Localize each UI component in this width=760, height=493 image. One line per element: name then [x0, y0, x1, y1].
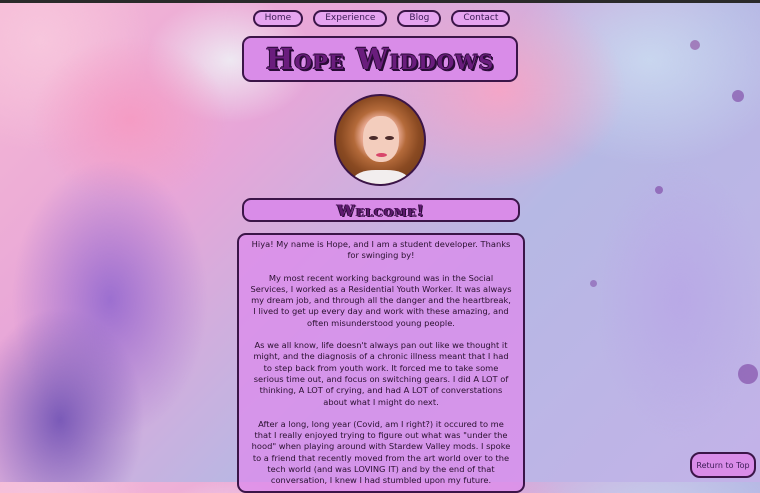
- decorative-blob: [732, 90, 744, 102]
- nav-experience[interactable]: Experience: [313, 10, 388, 27]
- avatar-lips: [376, 153, 387, 157]
- decorative-blob: [590, 280, 597, 287]
- return-to-top-button[interactable]: Return to Top: [690, 452, 756, 478]
- nav-contact[interactable]: Contact: [451, 10, 511, 27]
- decorative-blob: [738, 364, 758, 384]
- welcome-banner: Welcome!: [242, 198, 520, 222]
- about-paragraph: My most recent working background was in…: [250, 272, 512, 328]
- avatar-shirt: [354, 170, 408, 184]
- main-nav: Home Experience Blog Contact: [0, 10, 760, 27]
- avatar-eye-left: [369, 136, 378, 140]
- welcome-heading: Welcome!: [336, 200, 425, 220]
- about-panel: Hiya! My name is Hope, and I am a studen…: [237, 233, 525, 493]
- decorative-blob: [655, 186, 663, 194]
- nav-blog[interactable]: Blog: [397, 10, 442, 27]
- page-title-box: Hope Widdows: [242, 36, 518, 82]
- decorative-blob: [690, 40, 700, 50]
- about-paragraph: As we all know, life doesn't always pan …: [253, 340, 509, 407]
- window-top-edge: [0, 0, 760, 3]
- avatar: [334, 94, 426, 186]
- page-title: Hope Widdows: [265, 42, 495, 76]
- nav-home[interactable]: Home: [252, 10, 304, 27]
- about-paragraph: After a long, long year (Covid, am I rig…: [251, 418, 511, 486]
- avatar-eye-right: [385, 136, 394, 140]
- about-paragraph: Hiya! My name is Hope, and I am a studen…: [251, 239, 511, 261]
